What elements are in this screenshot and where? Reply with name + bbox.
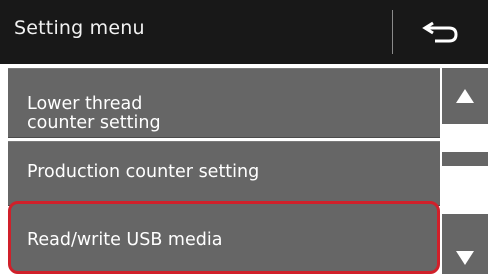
menu-item-label: Production counter setting — [27, 162, 260, 182]
menu-item-label-line1: Lower thread — [27, 94, 143, 114]
scroll-track — [442, 166, 488, 214]
header-divider — [392, 10, 393, 54]
menu-item-label: Read/write USB media — [27, 230, 223, 250]
scroll-up-button[interactable] — [442, 68, 488, 124]
scroll-down-button[interactable] — [442, 214, 488, 274]
page-title: Setting menu — [14, 17, 145, 39]
scroll-thumb[interactable] — [442, 152, 488, 166]
menu-item-label-line2: counter setting — [27, 113, 161, 133]
menu-item-lower-thread-counter[interactable]: Lower thread counter setting — [8, 68, 440, 138]
back-button[interactable] — [394, 0, 488, 64]
menu-item-label: Lower thread counter setting — [27, 95, 161, 133]
setting-menu-screen: Setting menu Lower thread counter settin… — [0, 0, 488, 274]
menu-list: Lower thread counter setting Production … — [0, 64, 442, 274]
scrollbar[interactable] — [442, 64, 488, 274]
menu-item-production-counter[interactable]: Production counter setting — [8, 141, 440, 206]
return-arrow-icon — [421, 19, 461, 45]
triangle-down-icon — [456, 251, 474, 265]
menu-item-read-write-usb[interactable]: Read/write USB media — [8, 201, 440, 274]
header-bar: Setting menu — [0, 0, 488, 64]
triangle-up-icon — [456, 89, 474, 103]
scroll-track — [442, 124, 488, 142]
